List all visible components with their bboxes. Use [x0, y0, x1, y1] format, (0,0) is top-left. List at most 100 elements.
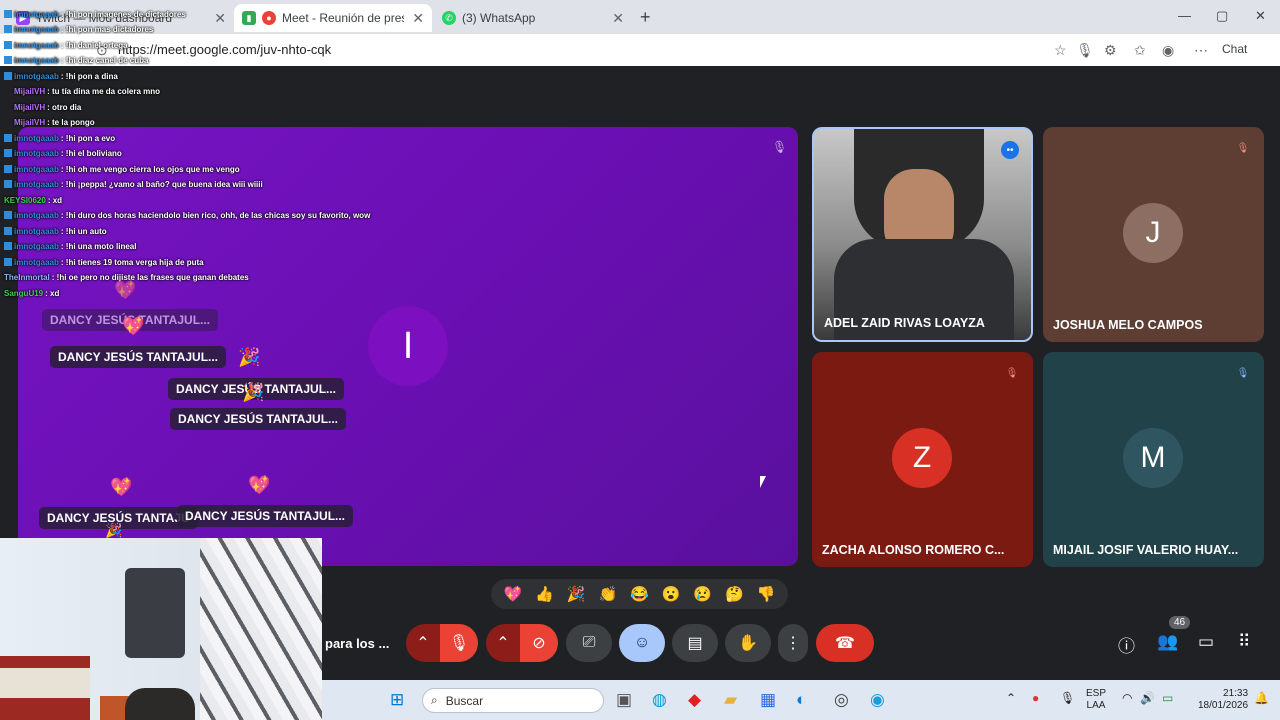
chat-username: MijailVH [14, 87, 46, 96]
chat-message: imnotgaaab: !hi pon mas dictadores [4, 25, 153, 34]
participant-tile[interactable]: 🎙 J JOSHUA MELO CAMPOS [1043, 127, 1264, 342]
microphone-icon[interactable]: 🎙 [1076, 42, 1094, 59]
store-icon[interactable]: ▦ [760, 690, 776, 710]
microphone-icon[interactable]: 🎙 [1060, 692, 1075, 704]
leave-call-button[interactable]: ☎ [816, 624, 874, 662]
window-close-button[interactable]: ✕ [1255, 8, 1266, 24]
participant-tile[interactable]: •• ADEL ZAID RIVAS LOAYZA [812, 127, 1033, 342]
chat-icon[interactable]: ▭ [1198, 632, 1214, 652]
language-indicator[interactable]: ESP LAA [1086, 688, 1106, 712]
raise-hand-button[interactable]: ✋ [725, 624, 771, 662]
participants-count-badge: 46 [1169, 616, 1191, 629]
reaction-laugh-button[interactable]: 😂 [630, 585, 649, 603]
camera-options-button[interactable]: ⌃ [486, 624, 520, 662]
camera-toggle-button[interactable]: ⊘ [520, 624, 558, 662]
reaction-thinking-button[interactable]: 🤔 [725, 585, 744, 603]
volume-icon[interactable]: 🔊 [1140, 692, 1155, 704]
windows-start-icon[interactable]: ⊞ [390, 690, 404, 710]
maximize-button[interactable]: ▢ [1216, 8, 1228, 24]
chat-username: KEYSI0620 [4, 196, 46, 205]
participant-tile[interactable]: 🎙 Z ZACHA ALONSO ROMERO C... [812, 352, 1033, 567]
chat-text: : !hi el boliviano [60, 149, 122, 158]
chat-text: : !hi un auto [60, 227, 107, 236]
present-screen-icon: ⎚ [582, 634, 596, 651]
chat-username: imnotgaaab [14, 72, 59, 81]
battery-icon[interactable]: ▭ [1162, 692, 1173, 704]
reactions-button[interactable]: ☺ [619, 624, 665, 662]
edge-browser-icon[interactable]: ◐ [796, 690, 806, 710]
url-input[interactable]: https://meet.google.com/juv-nhto-cqk [118, 42, 331, 57]
chat-text: : !hi duro dos horas haciendolo bien ric… [60, 211, 371, 220]
chat-username: imnotgaaab [14, 258, 59, 267]
tab-label: Meet - Reunión de presentaci [282, 11, 404, 25]
chat-username: imnotgaaab [14, 211, 59, 220]
clock[interactable]: 21:33 18/01/2026 [1198, 688, 1248, 712]
reaction-pill: DANCY JESÚS TANTAJUL... [170, 408, 347, 430]
hand-icon: ✋ [738, 635, 758, 652]
present-screen-button[interactable]: ⎚ [566, 624, 612, 662]
chat-message: MijailVH: tu tía dina me da colera mno [4, 87, 160, 96]
new-tab-button[interactable]: + [640, 7, 651, 28]
globe-icon[interactable]: ◉ [870, 690, 885, 710]
people-icon[interactable]: 👥 [1157, 632, 1178, 652]
participant-avatar: J [1123, 203, 1183, 263]
whatsapp-icon: ✆ [442, 11, 456, 25]
more-vertical-icon: ⋮ [785, 635, 801, 652]
activities-icon[interactable]: ⠿ [1238, 632, 1250, 652]
close-icon[interactable]: ✕ [612, 10, 624, 27]
favorites-icon[interactable]: ✩ [1134, 42, 1146, 59]
reaction-heart-button[interactable]: 💖 [503, 585, 522, 603]
close-icon[interactable]: ✕ [214, 10, 226, 27]
chat-message: imnotgaaab: !hi tienes 19 toma verga hij… [4, 258, 204, 267]
chat-username: imnotgaaab [14, 10, 59, 19]
wifi-icon[interactable]: ◠ [1122, 692, 1132, 704]
tab-whatsapp[interactable]: ✆ (3) WhatsApp ✕ [434, 4, 632, 32]
reaction-surprised-button[interactable]: 😮 [662, 585, 681, 603]
chat-username: imnotgaaab [14, 227, 59, 236]
red-app-icon[interactable]: ◆ [688, 690, 701, 710]
extensions-icon[interactable]: ⚙ [1104, 42, 1117, 59]
search-icon: ⌕ [431, 693, 438, 707]
bookmark-star-icon[interactable]: ☆ [1054, 42, 1067, 59]
minimize-button[interactable]: — [1178, 8, 1191, 23]
chat-username: MijailVH [14, 103, 46, 112]
chat-username: MijailVH [14, 118, 46, 127]
chevron-up-icon: ⌃ [416, 635, 430, 652]
mic-toggle-button[interactable]: 🎙 [440, 624, 478, 662]
chat-text: : !hi pon a evo [60, 134, 116, 143]
meeting-info-icon[interactable]: ⓘ [1118, 632, 1135, 657]
reaction-thumbs-down-button[interactable]: 👎 [757, 585, 776, 603]
participant-tile[interactable]: 🎙 M MIJAIL JOSIF VALERIO HUAY... [1043, 352, 1264, 567]
hang-up-icon: ☎ [835, 635, 855, 652]
mic-options-button[interactable]: ⌃ [406, 624, 440, 662]
presenter-avatar: I [368, 306, 448, 386]
task-view-icon[interactable]: ▣ [616, 690, 632, 710]
globe-app-icon[interactable]: ◍ [652, 690, 667, 710]
more-options-button[interactable]: ⋮ [778, 624, 808, 662]
chrome-browser-icon[interactable]: ◎ [834, 690, 849, 710]
profile-avatar-icon[interactable]: ◉ [1162, 42, 1174, 59]
chat-message: MijailVH: te la pongo [4, 118, 95, 127]
notifications-icon[interactable]: 🔔 [1254, 692, 1269, 704]
file-explorer-icon[interactable]: ▰ [724, 690, 737, 710]
notification-app-icon[interactable]: ● [1032, 692, 1039, 704]
address-bar: ⊙ https://meet.google.com/juv-nhto-cqk ☆… [0, 34, 1280, 66]
reaction-thumbs-up-button[interactable]: 👍 [535, 585, 554, 603]
chat-username: imnotgaaab [14, 180, 59, 189]
close-icon[interactable]: ✕ [412, 10, 424, 27]
chat-text: : !hi oh me vengo cierra los ojos que me… [60, 165, 240, 174]
chat-message: MijailVH: otro dia [4, 103, 81, 112]
taskbar-search-input[interactable]: ⌕ Buscar [422, 688, 604, 713]
reaction-sad-button[interactable]: 😢 [693, 585, 712, 603]
reaction-clap-button[interactable]: 👏 [598, 585, 617, 603]
emoji-icon: ☺ [633, 634, 651, 651]
mod-badge-icon [4, 72, 12, 80]
captions-button[interactable]: ▤ [672, 624, 718, 662]
more-menu-icon[interactable]: ⋯ [1194, 42, 1208, 59]
mod-badge-icon [4, 10, 12, 18]
chevron-up-icon[interactable]: ⌃ [1006, 692, 1016, 704]
tab-meet[interactable]: ▮ ● Meet - Reunión de presentaci ✕ [234, 4, 432, 32]
reaction-party-button[interactable]: 🎉 [567, 585, 586, 603]
webcam-curtain [200, 538, 322, 720]
copilot-chat-button[interactable]: Chat [1222, 42, 1247, 56]
